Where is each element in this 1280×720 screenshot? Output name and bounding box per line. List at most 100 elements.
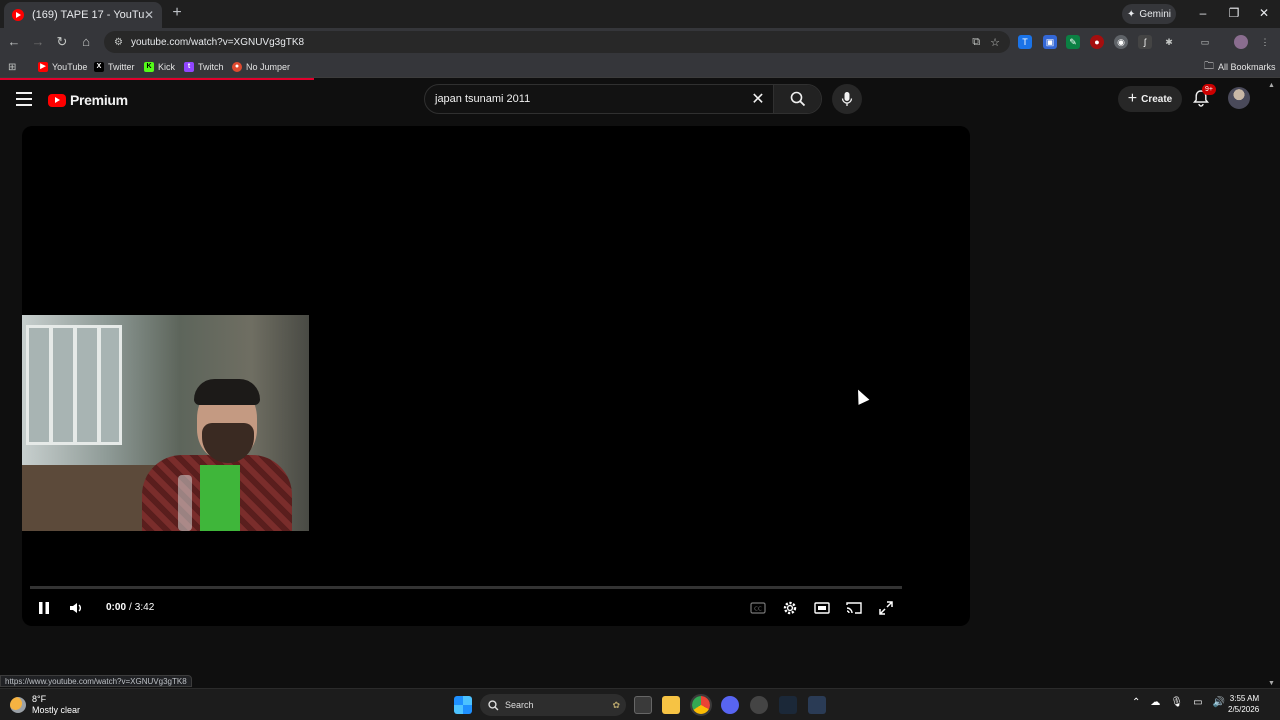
forward-arrow-icon[interactable]: → <box>30 34 46 50</box>
cast-button[interactable] <box>844 598 864 618</box>
extension-circle-icon[interactable]: ◉ <box>1114 35 1128 49</box>
folder-icon: 🗀 <box>1204 60 1214 72</box>
microphone-tray-icon[interactable]: 🎙 <box>1170 697 1183 708</box>
notifications-button[interactable]: 9+ <box>1192 84 1216 109</box>
sparkle-icon: ✦ <box>1126 8 1136 20</box>
address-bar[interactable]: ⚙ youtube.com/watch?v=XGNUVg3gTK8 ⧉ ☆ <box>104 31 1010 53</box>
account-avatar[interactable] <box>1228 87 1250 109</box>
side-panel-icon[interactable]: ▭ <box>1198 35 1212 49</box>
speaker-icon[interactable]: 🔊 <box>1213 697 1225 708</box>
settings-button[interactable] <box>780 598 800 618</box>
taskbar-clock[interactable]: 3:55 AM 2/5/2026 <box>1228 693 1259 715</box>
steam-icon[interactable] <box>779 696 797 714</box>
no-jumper-icon: ● <box>232 62 242 72</box>
video-player[interactable]: 0:00 / 3:42 CC <box>22 126 970 626</box>
mute-button[interactable] <box>66 598 86 618</box>
captions-button[interactable]: CC <box>748 598 768 618</box>
green-tshirt <box>200 465 240 531</box>
closed-captions-icon: CC <box>750 602 766 614</box>
extension-puzzle-icon[interactable]: ✎ <box>1066 35 1080 49</box>
window-in-video <box>26 325 122 445</box>
all-bookmarks-button[interactable]: 🗀 All Bookmarks <box>1204 60 1276 74</box>
all-bookmarks-label: All Bookmarks <box>1218 62 1276 72</box>
extension-script-icon[interactable]: ʃ <box>1138 35 1152 49</box>
gear-icon <box>783 601 797 615</box>
restore-button[interactable]: ❐ <box>1226 5 1242 21</box>
youtube-premium-logo[interactable]: Premium <box>48 92 128 108</box>
search-box[interactable]: japan tsunami 2011 ✕ <box>424 84 822 114</box>
browser-tab[interactable]: (169) TAPE 17 - YouTube ✕ <box>4 2 162 28</box>
fullscreen-icon <box>879 601 893 615</box>
person-hair-headset <box>194 379 260 405</box>
site-info-icon[interactable]: ⚙ <box>114 37 123 48</box>
bookmark-twitter[interactable]: X Twitter <box>94 60 135 74</box>
install-app-icon[interactable]: ⧉ <box>972 36 980 49</box>
time-separator: / <box>129 602 132 613</box>
discord-icon[interactable] <box>721 696 739 714</box>
tray-overflow-icon[interactable]: ⌃ <box>1132 697 1140 708</box>
apps-grid-icon[interactable]: ⊞ <box>8 60 16 74</box>
search-button[interactable] <box>773 85 821 113</box>
create-button[interactable]: + Create <box>1118 86 1182 112</box>
video-progress-bar[interactable] <box>30 586 902 589</box>
search-input[interactable]: japan tsunami 2011 <box>435 93 743 105</box>
voice-search-button[interactable] <box>832 84 862 114</box>
close-window-button[interactable]: ✕ <box>1256 5 1272 21</box>
microphone-icon <box>841 92 853 106</box>
windows-taskbar: 8°F Mostly clear Search ✿ ⌃ ☁ 🎙 ▭ 🔊 3:55… <box>0 688 1280 720</box>
logo-text: Premium <box>70 92 128 108</box>
scroll-up-arrow-icon[interactable]: ▲ <box>1268 82 1275 89</box>
plus-icon: + <box>1127 90 1138 107</box>
home-icon[interactable]: ⌂ <box>78 34 94 50</box>
back-arrow-icon[interactable]: ← <box>6 34 22 50</box>
file-explorer-icon[interactable] <box>662 696 680 714</box>
chrome-icon[interactable] <box>690 694 712 716</box>
bookmark-twitch[interactable]: t Twitch <box>184 60 224 74</box>
rsi-launcher-icon[interactable] <box>808 696 826 714</box>
hamburger-menu-icon[interactable] <box>16 92 32 106</box>
create-label: Create <box>1141 93 1173 105</box>
twitch-icon: t <box>184 62 194 72</box>
bookmark-label: Twitch <box>198 62 224 72</box>
extensions-puzzle-icon[interactable]: ✱ <box>1162 35 1176 49</box>
weather-moon-cloud-icon <box>10 697 26 713</box>
address-url: youtube.com/watch?v=XGNUVg3gTK8 <box>130 36 305 48</box>
clear-search-icon[interactable]: ✕ <box>743 89 773 109</box>
gemini-button[interactable]: ✦ Gemini <box>1122 4 1176 24</box>
fullscreen-button[interactable] <box>876 598 896 618</box>
weather-widget[interactable]: 8°F Mostly clear <box>10 694 80 716</box>
taskbar-search-label: Search <box>505 700 534 710</box>
new-tab-button[interactable]: + <box>168 4 186 22</box>
tab-close-icon[interactable]: ✕ <box>144 8 154 22</box>
taskbar-search[interactable]: Search ✿ <box>480 694 626 716</box>
profile-avatar-icon[interactable] <box>1234 35 1248 49</box>
minimize-button[interactable]: – <box>1195 5 1211 21</box>
clock-date: 2/5/2026 <box>1228 705 1260 714</box>
glass-object <box>178 475 192 531</box>
bookmark-kick[interactable]: K Kick <box>144 60 175 74</box>
bookmarks-bar: ⊞ ▶ YouTube X Twitter K Kick t Twitch ● … <box>0 56 1280 78</box>
extension-record-icon[interactable]: ● <box>1090 35 1104 49</box>
extension-translate-icon[interactable]: T <box>1018 35 1032 49</box>
theater-mode-button[interactable] <box>812 598 832 618</box>
bookmark-label: No Jumper <box>246 62 291 72</box>
webcam-overlay-video <box>22 315 309 531</box>
windows-start-icon[interactable] <box>454 696 472 714</box>
youtube-icon: ▶ <box>38 62 48 72</box>
bookmark-no-jumper[interactable]: ● No Jumper <box>232 60 290 74</box>
bookmark-youtube[interactable]: ▶ YouTube <box>38 60 87 74</box>
task-view-icon[interactable] <box>634 696 652 714</box>
network-icon[interactable]: ▭ <box>1193 697 1202 708</box>
youtube-favicon-icon <box>12 9 24 21</box>
scroll-down-arrow-icon[interactable]: ▼ <box>1268 680 1275 687</box>
pause-button[interactable] <box>34 598 54 618</box>
bookmark-label: Twitter <box>108 62 135 72</box>
app-icon[interactable] <box>750 696 768 714</box>
bookmark-star-icon[interactable]: ☆ <box>990 36 1000 49</box>
reload-icon[interactable]: ↻ <box>54 34 70 50</box>
onedrive-icon[interactable]: ☁ <box>1150 697 1160 708</box>
chrome-menu-icon[interactable]: ⋮ <box>1258 35 1272 49</box>
theater-mode-icon <box>814 602 830 614</box>
status-bar-url: https://www.youtube.com/watch?v=XGNUVg3g… <box>0 675 192 687</box>
extension-windows-icon[interactable]: ▣ <box>1043 35 1057 49</box>
